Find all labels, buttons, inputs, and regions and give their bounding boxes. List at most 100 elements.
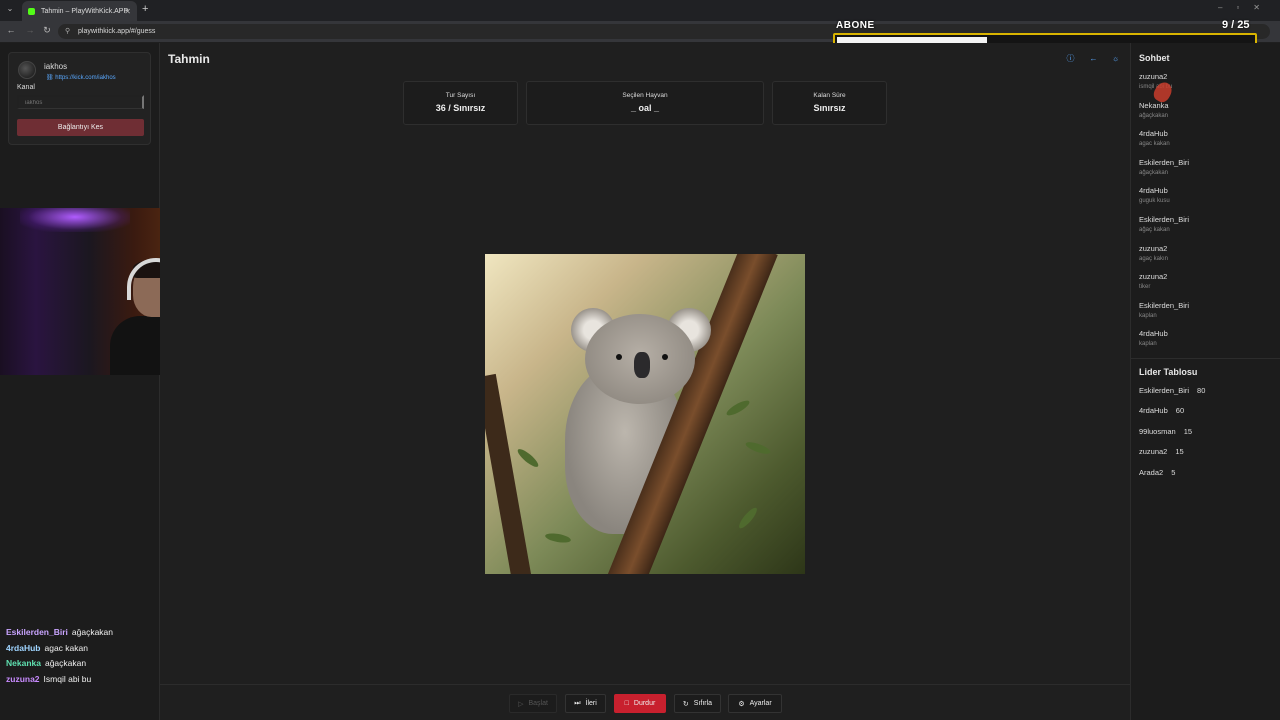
chat-message: 4rdaHub kaplan bbox=[1139, 329, 1168, 347]
chat-text: ağaçkakan bbox=[1139, 169, 1169, 176]
chat-user[interactable]: Eskilerden_Biri bbox=[1139, 301, 1189, 310]
stream-chat-user: Eskilerden_Biri bbox=[6, 627, 68, 637]
reset-label: Sıfırla bbox=[693, 700, 713, 707]
refresh-icon: ↻ bbox=[682, 700, 689, 708]
leaderboard-row: 4rdaHub 60 bbox=[1139, 406, 1184, 415]
stream-chat-user: 4rdaHub bbox=[6, 642, 41, 653]
leaderboard-user: Eskilerden_Biri bbox=[1139, 386, 1190, 395]
right-sidebar: Sohbet zuzuna2ismqil abi buNekankaağaçka… bbox=[1130, 43, 1280, 720]
chat-user[interactable]: 4rdaHub bbox=[1139, 129, 1170, 138]
leaderboard-score: 80 bbox=[1197, 386, 1206, 395]
link-icon: ⛓ bbox=[46, 75, 56, 81]
leaderboard-title: Lider Tablosu bbox=[1139, 367, 1198, 377]
info-icon[interactable]: ⓘ bbox=[1064, 52, 1077, 65]
kick-favicon-icon bbox=[28, 7, 35, 15]
webcam-purple-light bbox=[20, 208, 130, 232]
channel-card: iakhos ⛓ https://kick.com/iakhos Kanal B… bbox=[8, 52, 151, 145]
leaderboard-user: Arada2 bbox=[1139, 467, 1164, 477]
back-icon[interactable]: ← bbox=[5, 25, 17, 35]
reset-button[interactable]: ↻ Sıfırla bbox=[674, 694, 721, 713]
chat-text: agac kakan bbox=[1139, 141, 1170, 148]
leaf bbox=[736, 505, 760, 531]
chat-user[interactable]: Eskilerden_Biri bbox=[1139, 215, 1189, 224]
chat-user[interactable]: zuzuna2 bbox=[1139, 272, 1167, 281]
stat-time-value: Sınırsız bbox=[813, 103, 846, 113]
leaderboard-score: 60 bbox=[1175, 406, 1185, 416]
leaderboard-score: 5 bbox=[1171, 467, 1176, 477]
chat-message: Nekanka ağaçkakan bbox=[1139, 101, 1169, 119]
browser-tab[interactable]: Tahmin – PlayWithKick.APP ✕ bbox=[22, 1, 137, 21]
chat-message: 4rdaHub agac kakan bbox=[1139, 129, 1170, 147]
stream-chat-line: Nekanka ağaçkakan bbox=[6, 656, 113, 672]
gear-icon: ⚙ bbox=[738, 700, 745, 708]
leaderboard-user: 4rdaHub bbox=[1139, 406, 1168, 416]
leaderboard-row: 99luosman 15 bbox=[1139, 427, 1192, 436]
stream-chat-line: Eskilerden_Biri ağaçkakan bbox=[6, 625, 113, 641]
chat-user[interactable]: Eskilerden_Biri bbox=[1139, 158, 1189, 167]
stat-rounds: Tur Sayısı 36 / Sınırsız bbox=[403, 81, 518, 125]
koala-nose bbox=[634, 352, 650, 378]
settings-button[interactable]: ⚙ Ayarlar bbox=[728, 694, 782, 713]
page-title: Tahmin bbox=[168, 52, 210, 66]
chat-message: zuzuna2 agaç kakın bbox=[1139, 244, 1168, 262]
chat-message: Eskilerden_Biri ağaç kakan bbox=[1139, 215, 1189, 233]
stop-label: Durdur bbox=[633, 700, 656, 707]
stat-time-label: Kalan Süre bbox=[813, 92, 846, 99]
leaderboard-user: 99luosman bbox=[1139, 426, 1176, 436]
stat-rounds-value: 36 / Sınırsız bbox=[435, 103, 486, 113]
stat-animal-label: Seçilen Hayvan bbox=[622, 92, 668, 99]
stat-remaining-time: Kalan Süre Sınırsız bbox=[772, 81, 887, 125]
tab-title: Tahmin – PlayWithKick.APP bbox=[41, 7, 129, 15]
theme-toggle-icon[interactable]: ☼ bbox=[1109, 52, 1122, 65]
chat-user[interactable]: zuzuna2 bbox=[1139, 244, 1168, 253]
chat-message: Eskilerden_Biri ağaçkakan bbox=[1139, 158, 1189, 176]
main-content: Tahmin ⓘ ← ☼ Tur Sayısı 36 / Sınırsız Se… bbox=[160, 43, 1130, 720]
koala-eye-left bbox=[616, 354, 622, 360]
disconnect-button[interactable]: Bağlantıyı Kes bbox=[17, 119, 144, 136]
next-button[interactable]: ⏭ İleri bbox=[565, 694, 606, 713]
leaf bbox=[744, 439, 772, 457]
chat-text: tiker bbox=[1139, 284, 1151, 291]
chat-user[interactable]: 4rdaHub bbox=[1139, 329, 1168, 338]
tab-search-icon[interactable]: ⌄ bbox=[4, 4, 16, 16]
site-info-icon[interactable]: ⚲ bbox=[65, 24, 70, 39]
channel-input[interactable] bbox=[17, 95, 144, 109]
settings-label: Ayarlar bbox=[749, 700, 772, 707]
reload-icon[interactable]: ↻ bbox=[41, 25, 53, 36]
chat-text: ağaç kakan bbox=[1139, 227, 1170, 233]
url-text: playwithkick.app/#/guess bbox=[78, 28, 156, 35]
window-controls[interactable]: –▫✕ bbox=[1218, 3, 1274, 12]
animal-image bbox=[485, 254, 805, 574]
leaderboard-row: Eskilerden_Biri 80 bbox=[1139, 386, 1205, 395]
skip-icon: ⏭ bbox=[574, 699, 581, 707]
leaderboard-row: zuzuna2 15 bbox=[1139, 447, 1184, 456]
chat-user[interactable]: zuzuna2 bbox=[1139, 72, 1172, 81]
stat-animal-value: _ oal _ bbox=[630, 103, 659, 113]
leaf bbox=[544, 531, 572, 545]
stream-chat-line: 4rdaHub agac kakan bbox=[6, 641, 113, 657]
chat-message: Eskilerden_Biri kaplan bbox=[1139, 301, 1189, 319]
close-tab-icon[interactable]: ✕ bbox=[124, 7, 131, 16]
tree-branch bbox=[485, 373, 534, 574]
chat-message: zuzuna2 tiker bbox=[1139, 272, 1167, 290]
leaf bbox=[724, 398, 752, 418]
start-button[interactable]: ▷ Başlat bbox=[509, 694, 557, 713]
forward-icon[interactable]: → bbox=[24, 25, 36, 35]
stream-chat-message: ağaçkakan bbox=[44, 658, 87, 668]
stream-chat-message: ağaçkakan bbox=[71, 627, 114, 637]
channel-link[interactable]: ⛓ https://kick.com/iakhos bbox=[46, 74, 116, 81]
stream-chat-user: zuzuna2 bbox=[6, 673, 40, 684]
chat-user[interactable]: 4rdaHub bbox=[1139, 186, 1170, 195]
next-label: İleri bbox=[585, 700, 597, 707]
leaderboard-score: 15 bbox=[1175, 447, 1184, 457]
stop-button[interactable]: □ Durdur bbox=[614, 694, 666, 713]
koala-eye-right bbox=[662, 354, 668, 360]
stat-rounds-label: Tur Sayısı bbox=[445, 92, 476, 99]
chat-text: ağaçkakan bbox=[1139, 112, 1169, 119]
back-arrow-icon[interactable]: ← bbox=[1087, 52, 1100, 65]
channel-field-label: Kanal bbox=[17, 84, 35, 91]
chat-message: 4rdaHub guguk kusu bbox=[1139, 186, 1170, 204]
chat-text: guguk kusu bbox=[1139, 198, 1170, 205]
left-sidebar: iakhos ⛓ https://kick.com/iakhos Kanal B… bbox=[0, 43, 160, 720]
new-tab-icon[interactable]: + bbox=[142, 3, 148, 15]
